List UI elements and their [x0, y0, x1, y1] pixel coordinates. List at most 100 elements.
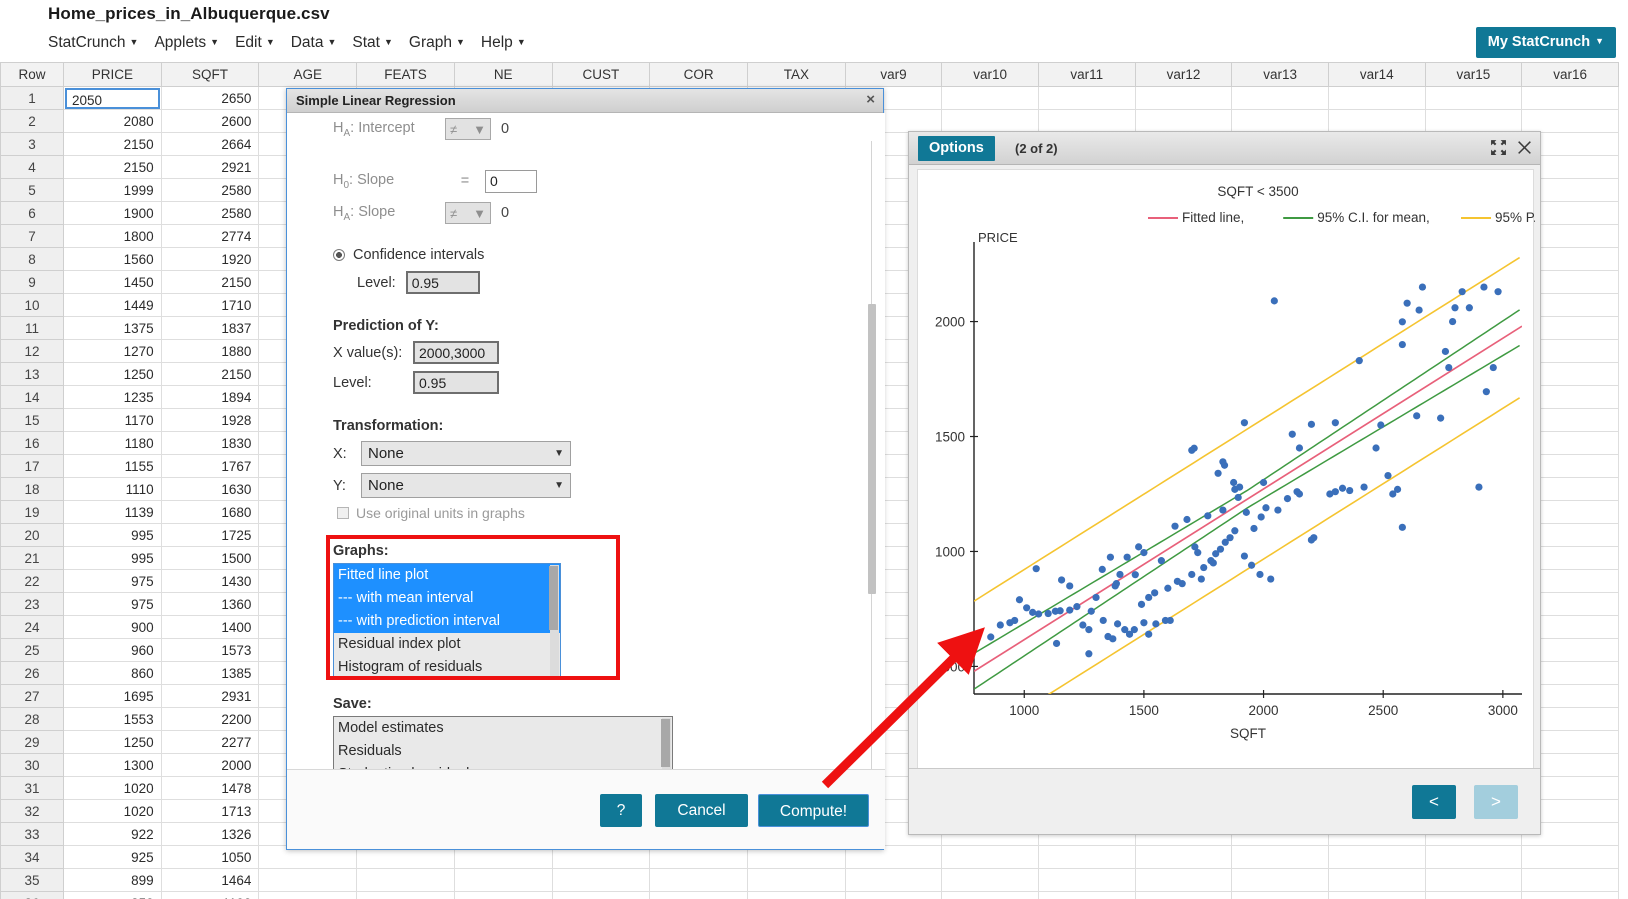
cell-price[interactable]: 922 [62, 822, 162, 846]
cell-sqft[interactable]: 2921 [160, 155, 260, 179]
cell-price[interactable]: 1110 [62, 477, 162, 501]
cell-sqft[interactable]: 1500 [160, 546, 260, 570]
transform-x-select[interactable]: None ▼ [361, 441, 571, 466]
cell-empty[interactable] [941, 109, 1039, 133]
row-number[interactable]: 28 [0, 707, 64, 731]
table-row[interactable]: 35 899 1464 [0, 868, 1619, 892]
cell-empty[interactable] [1521, 109, 1619, 133]
cell-price[interactable]: 1155 [62, 454, 162, 478]
cell-empty[interactable] [1327, 109, 1426, 133]
column-header-feats[interactable]: FEATS [356, 62, 455, 87]
cell-empty[interactable] [453, 868, 553, 892]
cell-sqft[interactable]: 1830 [160, 431, 260, 455]
cell-price[interactable]: 1450 [62, 270, 162, 294]
previous-graph-button[interactable]: < [1412, 785, 1456, 819]
cell-price[interactable]: 1800 [62, 224, 162, 248]
cell-empty[interactable] [1038, 891, 1136, 899]
cell-price[interactable]: 850 [62, 891, 162, 899]
cell-sqft[interactable]: 2774 [160, 224, 260, 248]
cell-sqft[interactable]: 1710 [160, 293, 260, 317]
menu-statcrunch[interactable]: StatCrunch ▼ [44, 32, 150, 54]
cell-empty[interactable] [1134, 86, 1233, 110]
cell-sqft[interactable]: 1880 [160, 339, 260, 363]
cell-sqft[interactable]: 1894 [160, 385, 260, 409]
column-header-tax[interactable]: TAX [747, 62, 846, 87]
row-number[interactable]: 29 [0, 730, 64, 754]
cell-empty[interactable] [1231, 891, 1329, 899]
cell-empty[interactable] [1521, 868, 1619, 892]
cell-empty[interactable] [551, 891, 651, 899]
cell-sqft[interactable]: 2150 [160, 270, 260, 294]
cell-empty[interactable] [1327, 868, 1426, 892]
row-number[interactable]: 15 [0, 408, 64, 432]
cell-empty[interactable] [1424, 891, 1523, 899]
column-header-var9[interactable]: var9 [844, 62, 943, 87]
cancel-button[interactable]: Cancel [655, 794, 748, 827]
cell-price[interactable]: 900 [62, 615, 162, 639]
cell-empty[interactable] [356, 868, 455, 892]
cell-sqft[interactable]: 2580 [160, 178, 260, 202]
cell-empty[interactable] [1424, 845, 1523, 869]
cell-price[interactable]: 1300 [62, 753, 162, 777]
cell-price[interactable]: 860 [62, 661, 162, 685]
row-number[interactable]: 9 [0, 270, 64, 294]
cell-empty[interactable] [844, 891, 943, 899]
column-header-row[interactable]: Row [0, 62, 64, 87]
cell-price[interactable]: 1235 [62, 385, 162, 409]
row-number[interactable]: 5 [0, 178, 64, 202]
row-number[interactable]: 24 [0, 615, 64, 639]
column-header-age[interactable]: AGE [258, 62, 358, 87]
cell-price[interactable]: 1695 [62, 684, 162, 708]
cell-price[interactable]: 1170 [62, 408, 162, 432]
row-number[interactable]: 32 [0, 799, 64, 823]
original-units-checkbox-row[interactable]: Use original units in graphs [337, 505, 867, 521]
menu-edit[interactable]: Edit ▼ [231, 32, 287, 54]
cell-sqft[interactable]: 1630 [160, 477, 260, 501]
cell-empty[interactable] [941, 845, 1039, 869]
cell-price[interactable]: 1020 [62, 799, 162, 823]
table-row[interactable]: 368501190 [0, 891, 1619, 899]
menu-applets[interactable]: Applets ▼ [150, 32, 231, 54]
cell-empty[interactable] [1231, 109, 1329, 133]
column-header-var11[interactable]: var11 [1038, 62, 1136, 87]
row-number[interactable]: 21 [0, 546, 64, 570]
cell-sqft[interactable]: 1713 [160, 799, 260, 823]
column-header-var16[interactable]: var16 [1521, 62, 1619, 87]
row-number[interactable]: 7 [0, 224, 64, 248]
cell-sqft[interactable]: 1680 [160, 500, 260, 524]
cell-price[interactable]: 1139 [62, 500, 162, 524]
cell-price[interactable]: 2080 [62, 109, 162, 133]
cell-price[interactable]: 975 [62, 592, 162, 616]
row-number[interactable]: 25 [0, 638, 64, 662]
row-number[interactable]: 6 [0, 201, 64, 225]
cell-price[interactable]: 925 [62, 845, 162, 869]
row-number[interactable]: 35 [0, 868, 64, 892]
column-header-cust[interactable]: CUST [551, 62, 651, 87]
next-graph-button[interactable]: > [1474, 785, 1518, 819]
cell-empty[interactable] [1038, 109, 1136, 133]
transform-y-select[interactable]: None ▼ [361, 473, 571, 498]
cell-price[interactable]: 1375 [62, 316, 162, 340]
cell-empty[interactable] [453, 891, 553, 899]
row-number[interactable]: 3 [0, 132, 64, 156]
row-number[interactable]: 14 [0, 385, 64, 409]
confidence-intervals-radio-row[interactable]: Confidence intervals [333, 247, 867, 263]
close-icon[interactable] [1516, 139, 1533, 156]
row-number[interactable]: 36 [0, 891, 64, 899]
cell-sqft[interactable]: 2664 [160, 132, 260, 156]
column-header-var12[interactable]: var12 [1134, 62, 1233, 87]
cell-price[interactable]: 960 [62, 638, 162, 662]
row-number[interactable]: 1 [0, 86, 64, 110]
column-header-price[interactable]: PRICE [62, 62, 162, 87]
column-header-sqft[interactable]: SQFT [160, 62, 260, 87]
close-icon[interactable]: × [866, 92, 875, 108]
cell-empty[interactable] [1521, 891, 1619, 899]
cell-empty[interactable] [941, 868, 1039, 892]
cell-sqft[interactable]: 2650 [160, 86, 260, 110]
menu-graph[interactable]: Graph ▼ [405, 32, 477, 54]
dialog-scrollbar[interactable] [868, 141, 881, 771]
graphs-list-item[interactable]: Histogram of residuals [334, 656, 560, 679]
save-list-item[interactable]: Model estimates [334, 717, 672, 740]
menu-stat[interactable]: Stat ▼ [348, 32, 405, 54]
my-statcrunch-button[interactable]: My StatCrunch ▼ [1475, 27, 1616, 58]
